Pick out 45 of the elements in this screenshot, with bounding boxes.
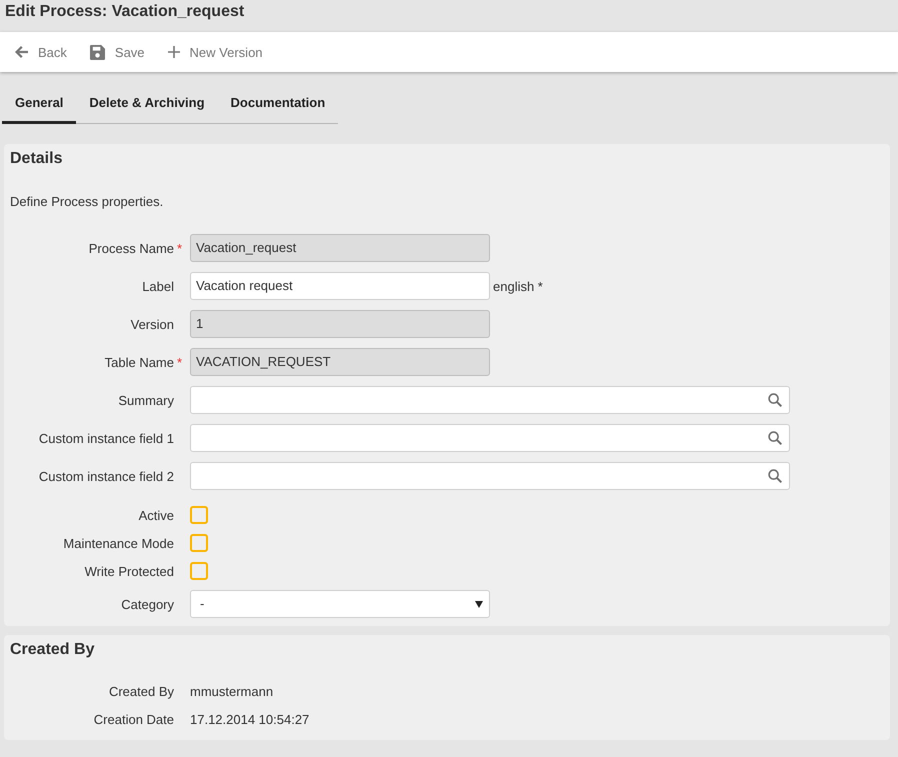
description-text: Define Process properties.: [10, 194, 164, 210]
field-label: Label: [142, 278, 174, 294]
field-label: Custom instance field 2: [38, 468, 174, 484]
field-label: Summary: [118, 392, 174, 408]
tab[interactable]: Delete & Archiving: [76, 88, 218, 124]
required-mark: *: [177, 240, 182, 256]
tab[interactable]: Documentation: [218, 88, 338, 124]
lookup-field[interactable]: [190, 462, 790, 490]
checkbox[interactable]: [190, 562, 208, 580]
section-heading: Created By: [10, 641, 94, 659]
save-button[interactable]: Save: [90, 40, 145, 64]
field-label: Write Protected: [84, 564, 174, 578]
window-title: Edit Process: Vacation_request: [5, 3, 244, 20]
caret-down-icon: [475, 600, 483, 608]
input-field[interactable]: 1: [190, 310, 490, 338]
field-label: Created By: [108, 684, 174, 698]
field-value: 17.12.2014 10:54:27: [190, 712, 310, 726]
new-version-button[interactable]: New Version: [168, 40, 263, 64]
field-label: Creation Date: [94, 712, 174, 726]
plus-icon: [168, 46, 180, 58]
field-label: Process Name: [88, 240, 174, 256]
field-label: Custom instance field 1: [38, 430, 174, 446]
checkbox[interactable]: [190, 506, 208, 524]
search-icon: [768, 431, 782, 445]
section-heading: Details: [10, 150, 62, 168]
field-label: Maintenance Mode: [63, 536, 174, 550]
search-icon: [768, 393, 782, 407]
input-field[interactable]: Vacation request: [190, 272, 490, 300]
input-field[interactable]: Vacation_request: [190, 234, 490, 262]
dropdown[interactable]: -: [190, 590, 490, 618]
lookup-field[interactable]: [190, 386, 790, 414]
input-field[interactable]: VACATION_REQUEST: [190, 348, 490, 376]
field-label: Table Name: [104, 354, 174, 370]
field-value: mmustermann: [190, 684, 274, 698]
field-label: Category: [121, 596, 174, 612]
field-label: Version: [130, 316, 174, 332]
tab[interactable]: General: [2, 88, 76, 124]
back-button[interactable]: Back: [15, 40, 67, 64]
language-label: english *: [493, 278, 543, 294]
required-mark: *: [177, 354, 182, 370]
lookup-field[interactable]: [190, 424, 790, 452]
arrow-left-icon: [15, 46, 28, 58]
checkbox[interactable]: [190, 534, 208, 552]
field-label: Active: [138, 508, 174, 522]
search-icon: [768, 469, 782, 483]
